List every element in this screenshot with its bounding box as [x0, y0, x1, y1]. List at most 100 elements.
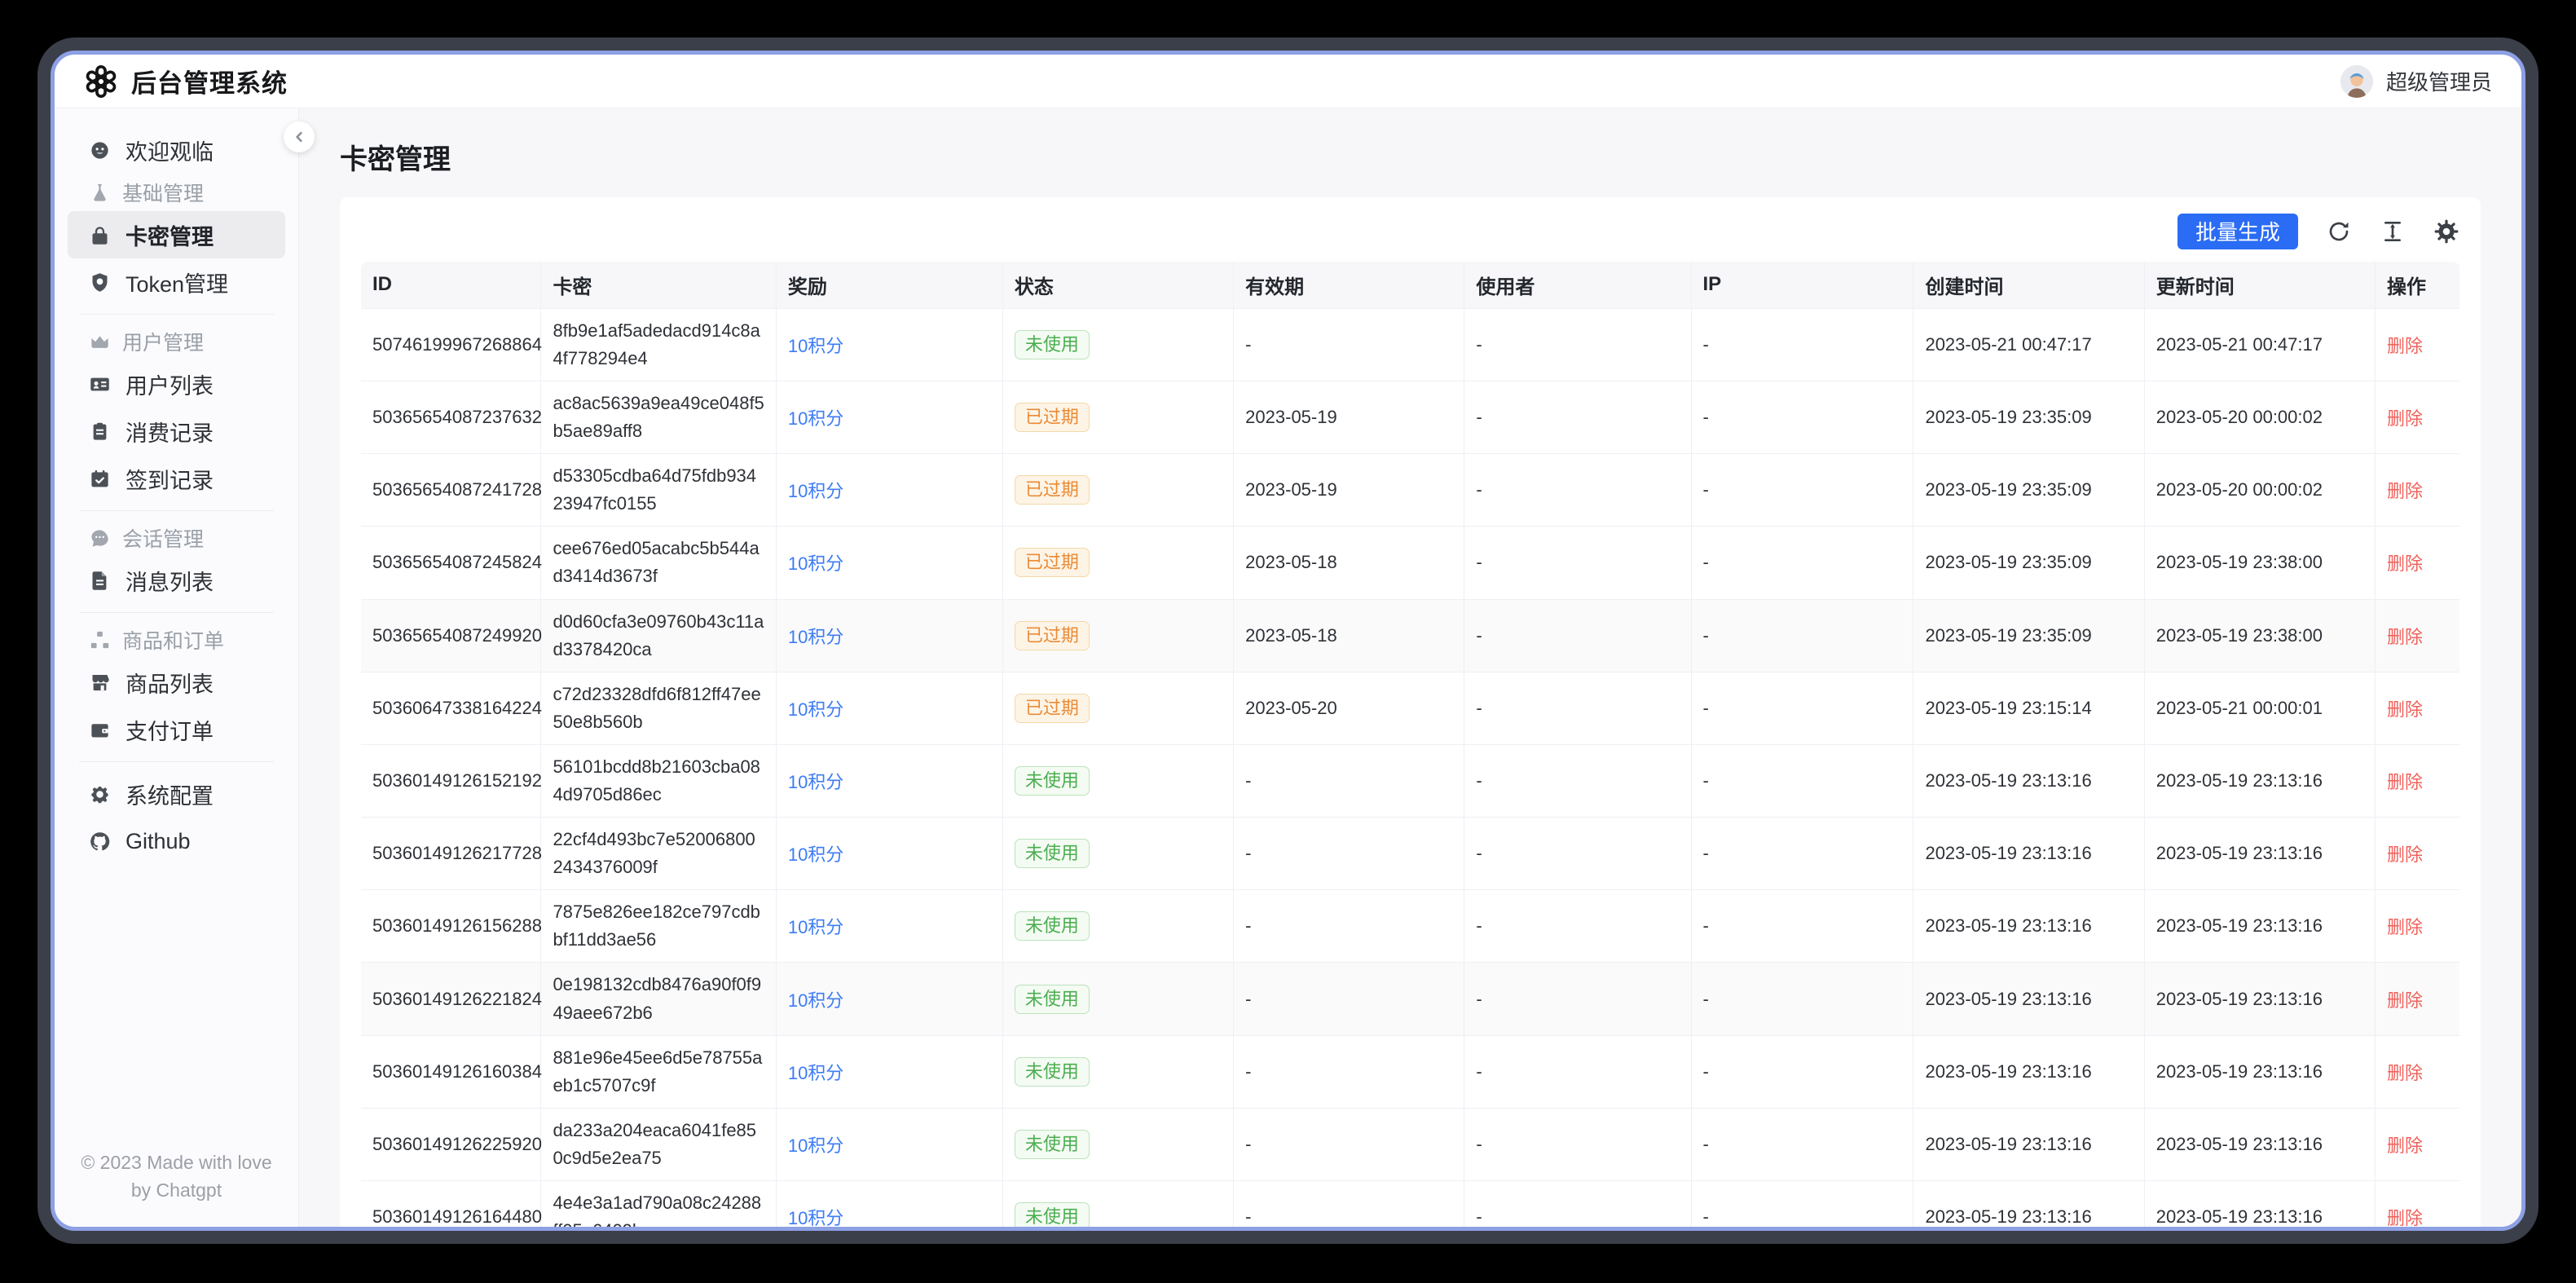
status-badge: 未使用 [1014, 329, 1090, 359]
cell-user: - [1464, 599, 1692, 672]
sidebar-item-3[interactable]: Token管理 [68, 258, 285, 306]
clipboard-icon [89, 421, 111, 443]
cell-reward: 10积分 [776, 744, 1003, 818]
sidebar-item-17[interactable]: 系统配置 [68, 770, 285, 818]
cell-user: - [1464, 381, 1692, 455]
cell-ip: - [1691, 1035, 1914, 1109]
reward-link[interactable]: 10积分 [788, 627, 843, 647]
sidebar-collapse-button[interactable] [284, 121, 315, 152]
reward-link[interactable]: 10积分 [788, 1063, 843, 1083]
cell-reward: 10积分 [776, 1035, 1003, 1109]
delete-link[interactable]: 删除 [2387, 408, 2423, 429]
shield-icon [89, 271, 111, 293]
table-row-7: 50360149126217728 22cf4d493bc7e5200680024… [361, 818, 2459, 891]
cell-status: 已过期 [1002, 454, 1235, 527]
status-badge: 已过期 [1014, 693, 1090, 723]
cell-ip: - [1691, 1108, 1914, 1182]
sitemap-icon [89, 629, 111, 651]
reward-link[interactable]: 10积分 [788, 772, 843, 792]
sidebar-label: 用户列表 [125, 373, 214, 399]
id-card-icon [89, 373, 111, 395]
sidebar-item-11[interactable]: 消息列表 [68, 557, 285, 604]
column-header-7: 创建时间 [1913, 261, 2145, 309]
footer-line-1: © 2023 Made with love [81, 1152, 272, 1174]
sidebar-item-0[interactable]: 欢迎观临 [68, 126, 285, 174]
cell-user: - [1464, 890, 1692, 963]
delete-link[interactable]: 删除 [2387, 1063, 2423, 1083]
delete-link[interactable]: 删除 [2387, 627, 2423, 647]
sidebar-item-15[interactable]: 支付订单 [68, 706, 285, 753]
delete-link[interactable]: 删除 [2387, 699, 2423, 720]
column-header-6: IP [1691, 261, 1914, 309]
cell-key: 881e96e45ee6d5e78755aeb1c5707c9f [541, 1035, 777, 1109]
delete-link[interactable]: 删除 [2387, 772, 2423, 792]
cell-user: - [1464, 1035, 1692, 1109]
status-badge: 未使用 [1014, 911, 1090, 941]
sidebar-item-18[interactable]: Github [68, 818, 285, 865]
table-header: ID 卡密 奖励 状态 有效期 使用者 IP 创建时间 更新时间 操作 [361, 261, 2459, 309]
table-row-8: 50360149126156288 7875e826ee182ce797cdbbf… [361, 890, 2459, 963]
cell-status: 已过期 [1002, 672, 1235, 745]
cell-ip: - [1691, 381, 1914, 455]
settings-icon[interactable] [2433, 218, 2459, 245]
reward-link[interactable]: 10积分 [788, 481, 843, 501]
reward-link[interactable]: 10积分 [788, 844, 843, 865]
cell-ip: - [1691, 599, 1914, 672]
status-badge: 已过期 [1014, 475, 1090, 505]
delete-link[interactable]: 删除 [2387, 336, 2423, 356]
reward-link[interactable]: 10积分 [788, 336, 843, 356]
cell-status: 未使用 [1002, 308, 1235, 381]
user-menu-button[interactable]: 超级管理员 [2340, 64, 2492, 98]
cell-updated: 2023-05-19 23:13:16 [2144, 1035, 2376, 1109]
column-height-icon[interactable] [2380, 218, 2406, 245]
cell-valid: - [1234, 308, 1465, 381]
crown-icon [89, 331, 111, 353]
delete-link[interactable]: 删除 [2387, 481, 2423, 501]
app-title: 后台管理系统 [131, 69, 288, 98]
reward-link[interactable]: 10积分 [788, 408, 843, 429]
sidebar-item-6[interactable]: 用户列表 [68, 360, 285, 408]
cell-actions: 删除 [2375, 308, 2459, 381]
status-badge: 已过期 [1014, 548, 1090, 578]
sidebar-item-14[interactable]: 商品列表 [68, 659, 285, 706]
delete-link[interactable]: 删除 [2387, 1208, 2423, 1227]
sidebar-label: 消费记录 [125, 421, 214, 446]
delete-link[interactable]: 删除 [2387, 844, 2423, 865]
cell-id: 50360149126156288 [361, 890, 542, 963]
cell-reward: 10积分 [776, 1181, 1003, 1227]
cell-user: - [1464, 672, 1692, 745]
sidebar-item-2[interactable]: 卡密管理 [68, 211, 285, 258]
refresh-icon[interactable] [2326, 218, 2352, 245]
sidebar-label: Token管理 [125, 271, 229, 297]
page-title: 卡密管理 [340, 143, 451, 175]
cell-key: cee676ed05acabc5b544ad3414d3673f [541, 527, 777, 600]
delete-link[interactable]: 删除 [2387, 1135, 2423, 1156]
cell-status: 未使用 [1002, 818, 1235, 891]
lock-icon [89, 224, 111, 246]
batch-generate-button[interactable]: 批量生成 [2177, 213, 2298, 249]
status-badge: 已过期 [1014, 403, 1090, 433]
user-avatar [2340, 64, 2373, 98]
sidebar-group-1: 基础管理 [68, 174, 285, 211]
delete-link[interactable]: 删除 [2387, 917, 2423, 937]
reward-link[interactable]: 10积分 [788, 699, 843, 720]
reward-link[interactable]: 10积分 [788, 1135, 843, 1156]
cell-reward: 10积分 [776, 454, 1003, 527]
cell-id: 50365654087241728 [361, 454, 542, 527]
reward-link[interactable]: 10积分 [788, 553, 843, 574]
reward-link[interactable]: 10积分 [788, 990, 843, 1011]
reward-link[interactable]: 10积分 [788, 917, 843, 937]
cell-id: 50360647338164224 [361, 672, 542, 745]
delete-link[interactable]: 删除 [2387, 553, 2423, 574]
cell-key: ac8ac5639a9ea49ce048f5b5ae89aff8 [541, 381, 777, 455]
cell-status: 未使用 [1002, 1108, 1235, 1182]
cell-status: 已过期 [1002, 381, 1235, 455]
sidebar-label: 支付订单 [125, 719, 214, 744]
sidebar-item-8[interactable]: 签到记录 [68, 455, 285, 502]
reward-link[interactable]: 10积分 [788, 1208, 843, 1227]
sidebar-item-7[interactable]: 消费记录 [68, 408, 285, 455]
cell-valid: - [1234, 744, 1465, 818]
column-header-4: 有效期 [1234, 261, 1465, 309]
delete-link[interactable]: 删除 [2387, 990, 2423, 1011]
cell-key: 8fb9e1af5adedacd914c8a4f778294e4 [541, 308, 777, 381]
